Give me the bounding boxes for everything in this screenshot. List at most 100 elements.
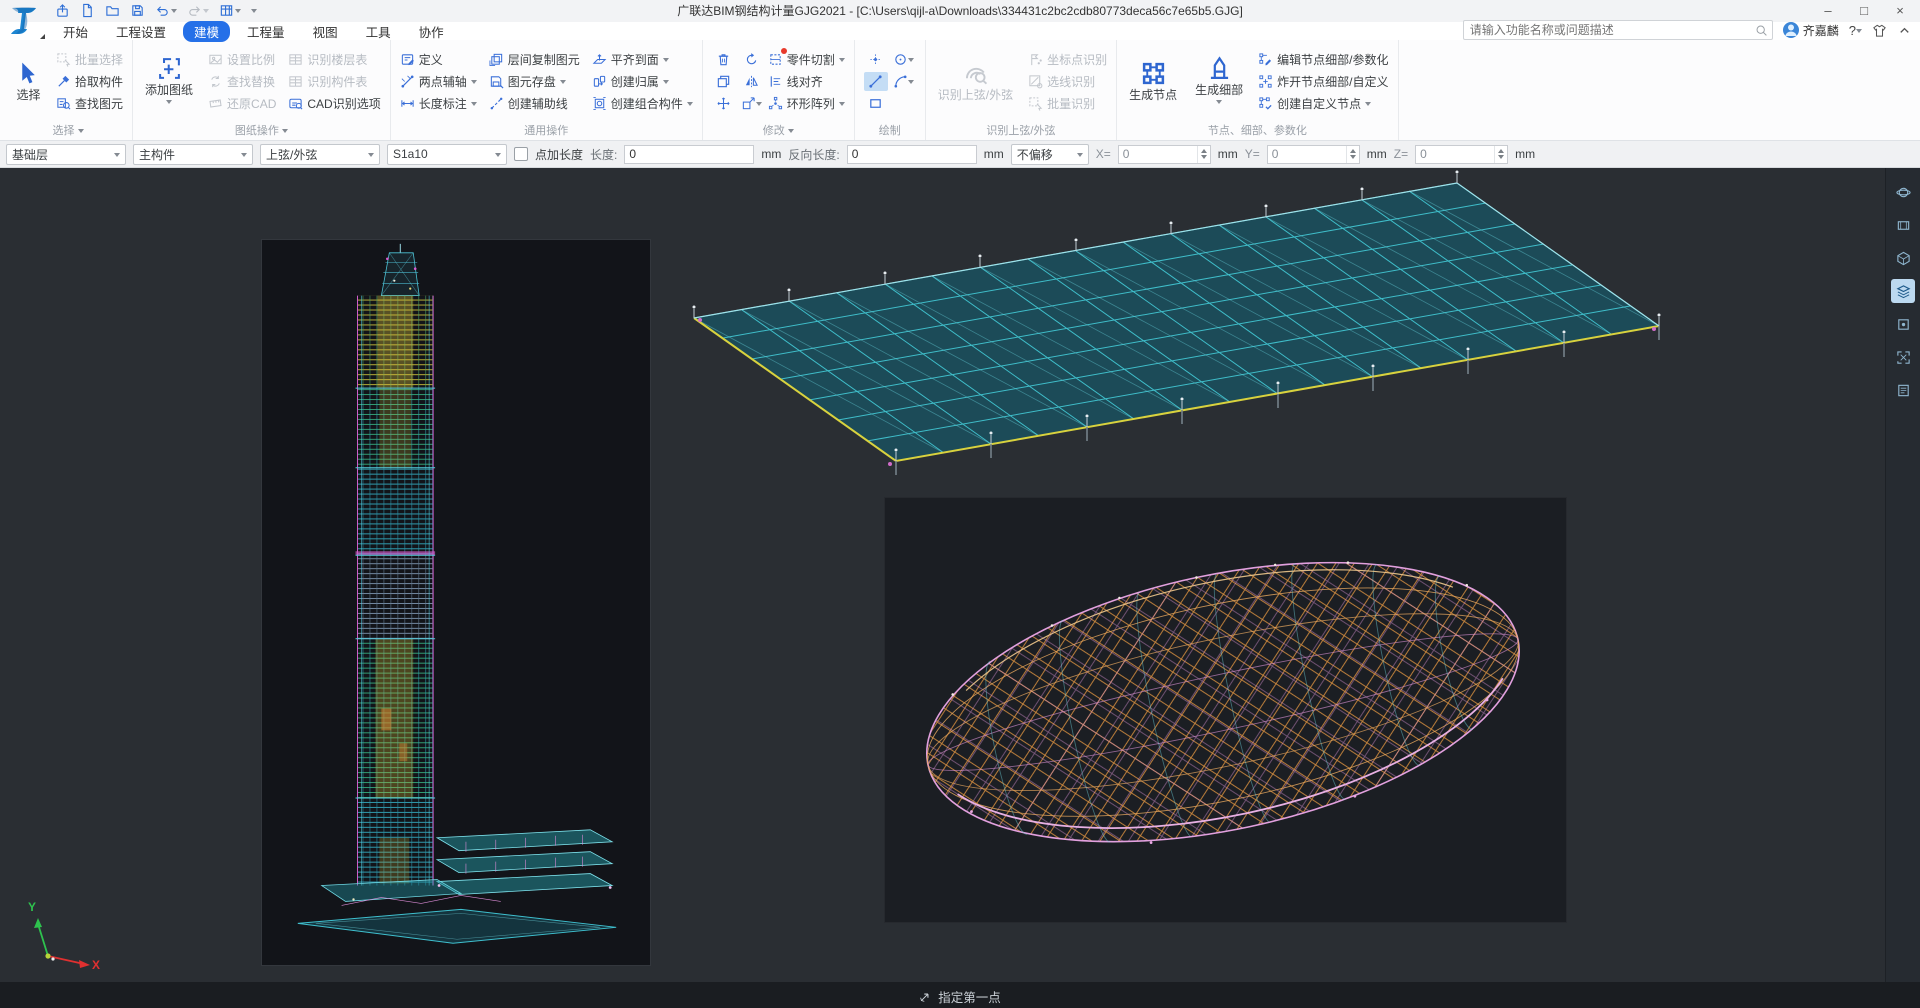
two-point-aux-axis-button[interactable]: 两点辅轴 xyxy=(398,72,479,91)
spinner-arrows-icon[interactable] xyxy=(1494,146,1507,163)
account-widget[interactable]: 齐嘉麟 xyxy=(1783,22,1839,39)
move-button[interactable] xyxy=(712,94,736,113)
tab-view[interactable]: 视图 xyxy=(302,21,349,42)
spinner-arrows-icon[interactable] xyxy=(1197,146,1210,163)
app-menu-caret-icon[interactable] xyxy=(40,34,45,39)
add-drawing-button[interactable]: 添加图纸 xyxy=(140,54,198,109)
search-input[interactable] xyxy=(1468,22,1755,38)
find-replace-button[interactable]: 查找替换 xyxy=(206,72,278,91)
group-label-drawing-ops[interactable]: 图纸操作 xyxy=(140,122,383,138)
tab-project-settings[interactable]: 工程设置 xyxy=(105,21,177,42)
dropdown-caret-icon xyxy=(78,129,84,136)
line-align-button[interactable] xyxy=(768,72,783,91)
add-length-checkbox[interactable] xyxy=(514,147,528,161)
create-composite-member-button[interactable]: 创建组合构件 xyxy=(590,94,695,113)
chord-select[interactable]: 上弦/外弦 xyxy=(260,144,380,165)
z-stepper[interactable] xyxy=(1415,145,1508,164)
define-button[interactable]: 定义 xyxy=(398,50,479,69)
batch-select-button[interactable]: 批量选择 xyxy=(54,50,125,69)
align-to-plane-button[interactable]: 平齐到面 xyxy=(590,50,695,69)
new-file-button[interactable] xyxy=(77,1,98,20)
draw-circle-button[interactable] xyxy=(892,50,916,69)
part-cut-button[interactable] xyxy=(768,50,783,69)
restore-cad-button[interactable]: 还原CAD xyxy=(206,94,278,113)
set-scale-button[interactable]: 设置比例 xyxy=(206,50,278,69)
save-element-button[interactable]: 图元存盘 xyxy=(487,72,582,91)
select-button[interactable]: 选择 xyxy=(11,59,46,104)
offset-mode-select[interactable]: 不偏移 xyxy=(1011,144,1089,165)
3d-view-button[interactable] xyxy=(1891,246,1915,270)
tab-start[interactable]: 开始 xyxy=(52,21,99,42)
stretch-button[interactable] xyxy=(740,94,764,113)
2d-view-button[interactable] xyxy=(1891,213,1915,237)
minimize-button[interactable]: – xyxy=(1810,0,1846,20)
edit-node-detail-button[interactable]: 编辑节点细部/参数化 xyxy=(1256,50,1390,69)
copy-icon xyxy=(716,74,731,89)
tower-model-viewport[interactable] xyxy=(261,239,651,966)
message-log-button[interactable] xyxy=(1891,378,1915,402)
save-button[interactable] xyxy=(127,1,148,20)
theme-shirt-icon[interactable] xyxy=(1872,23,1887,38)
tab-modeling[interactable]: 建模 xyxy=(183,21,230,42)
find-element-button[interactable]: 查找图元 xyxy=(54,94,125,113)
export-button[interactable] xyxy=(52,1,73,20)
spinner-arrows-icon[interactable] xyxy=(1346,146,1359,163)
recognize-floor-table-button[interactable]: 识别楼层表 xyxy=(286,50,382,69)
cad-recognize-options-button[interactable]: CAD识别选项 xyxy=(286,94,382,113)
delete-button[interactable] xyxy=(712,50,736,69)
dome-model-viewport[interactable] xyxy=(884,497,1567,923)
fit-extents-button[interactable] xyxy=(1891,345,1915,369)
recognize-member-table-button[interactable]: 识别构件表 xyxy=(286,72,382,91)
draw-line-button[interactable] xyxy=(864,72,888,91)
search-icon[interactable] xyxy=(1755,24,1768,37)
section-select[interactable]: S1a10 xyxy=(387,144,507,165)
close-button[interactable]: × xyxy=(1882,0,1918,20)
length-dimension-button[interactable]: 长度标注 xyxy=(398,94,479,113)
workspace-button[interactable] xyxy=(216,1,244,20)
undo-button[interactable] xyxy=(152,1,180,20)
x-stepper[interactable] xyxy=(1118,145,1211,164)
box-view-button[interactable] xyxy=(1891,312,1915,336)
circular-array-button[interactable] xyxy=(768,94,783,113)
tab-collaborate[interactable]: 协作 xyxy=(408,21,455,42)
model-canvas[interactable]: Y X xyxy=(0,168,1920,982)
create-belonging-button[interactable]: 创建归属 xyxy=(590,72,695,91)
group-label-modify[interactable]: 修改 xyxy=(710,122,847,138)
pick-line-recognize-button[interactable]: 选线识别 xyxy=(1026,72,1109,91)
function-search[interactable] xyxy=(1463,20,1773,40)
orbit-view-button[interactable] xyxy=(1891,180,1915,204)
copy-between-floors-button[interactable]: 层间复制图元 xyxy=(487,50,582,69)
open-file-button[interactable] xyxy=(102,1,123,20)
help-button[interactable]: ? xyxy=(1849,23,1862,38)
coord-point-recognize-button[interactable]: 坐标点识别 xyxy=(1026,50,1109,69)
collapse-ribbon-icon[interactable] xyxy=(1897,23,1912,38)
y-stepper[interactable] xyxy=(1267,145,1360,164)
create-guide-line-button[interactable]: 创建辅助线 xyxy=(487,94,582,113)
layers-view-button[interactable] xyxy=(1891,279,1915,303)
message-log-icon xyxy=(1896,383,1911,398)
batch-recognize-button[interactable]: 批量识别 xyxy=(1026,94,1109,113)
draw-point-button[interactable] xyxy=(864,50,888,69)
pick-element-button[interactable]: 拾取构件 xyxy=(54,72,125,91)
generate-node-button[interactable]: 生成节点 xyxy=(1124,59,1182,104)
copy-button[interactable] xyxy=(712,72,736,91)
length-input[interactable] xyxy=(624,145,754,164)
explode-node-detail-button[interactable]: 炸开节点细部/自定义 xyxy=(1256,72,1390,91)
app-logo-icon[interactable] xyxy=(6,3,42,39)
recognize-chord-button[interactable]: 识别上弦/外弦 xyxy=(933,59,1018,104)
floor-select[interactable]: 基础层 xyxy=(6,144,126,165)
maximize-button[interactable]: □ xyxy=(1846,0,1882,20)
mirror-button[interactable] xyxy=(740,72,764,91)
reverse-length-input[interactable] xyxy=(847,145,977,164)
rotate-button[interactable] xyxy=(740,50,764,69)
member-type-select[interactable]: 主构件 xyxy=(133,144,253,165)
generate-detail-button[interactable]: 生成细部 xyxy=(1190,54,1248,109)
redo-button[interactable] xyxy=(184,1,212,20)
draw-arc-button[interactable] xyxy=(892,72,916,91)
draw-rect-button[interactable] xyxy=(864,94,888,113)
group-label-select[interactable]: 选择 xyxy=(11,122,125,138)
customize-qat-button[interactable] xyxy=(248,3,260,18)
create-custom-node-button[interactable]: 创建自定义节点 xyxy=(1256,94,1390,113)
tab-quantity[interactable]: 工程量 xyxy=(236,21,296,42)
tab-tools[interactable]: 工具 xyxy=(355,21,402,42)
